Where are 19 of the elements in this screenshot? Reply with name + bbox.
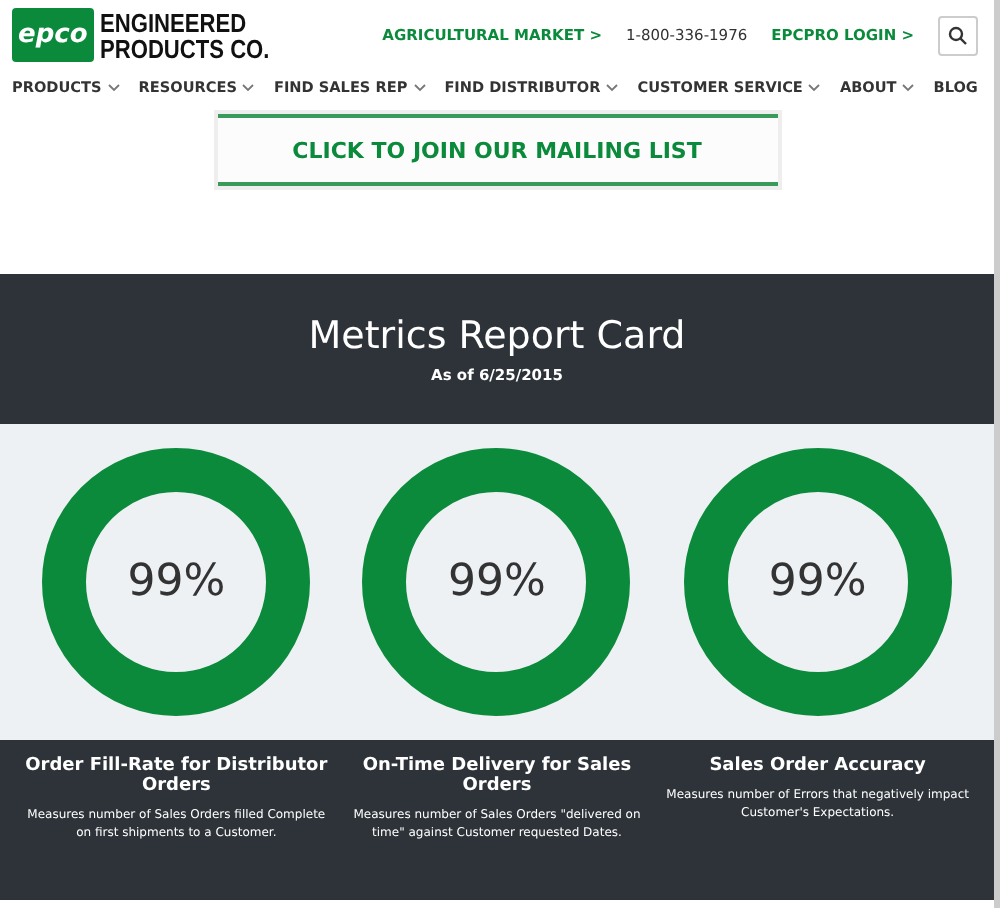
caret-icon	[107, 83, 120, 91]
metric-value: 99%	[768, 557, 867, 607]
logo-mark[interactable]: epco	[12, 8, 94, 62]
metric-title: Order Fill-Rate for Distributor Orders	[23, 756, 330, 796]
search-button[interactable]	[938, 15, 978, 55]
caret-icon	[413, 83, 426, 91]
caret-icon	[808, 83, 821, 91]
caret-icon	[902, 83, 915, 91]
mailing-list-button[interactable]: CLICK TO JOIN OUR MAILING LIST	[217, 114, 777, 186]
report-title: Metrics Report Card	[308, 314, 686, 358]
caret-icon	[606, 83, 619, 91]
metric-title: On-Time Delivery for Sales Orders	[360, 756, 634, 796]
company-name: ENGINEERED	[99, 9, 248, 35]
search-icon	[948, 25, 968, 45]
caret-icon	[242, 83, 255, 91]
metric-title: Sales Order Accuracy	[707, 756, 928, 776]
company-name: PRODUCTS CO.	[99, 35, 269, 61]
metric-value: 99%	[127, 557, 226, 607]
metric-value: 99%	[448, 557, 546, 607]
